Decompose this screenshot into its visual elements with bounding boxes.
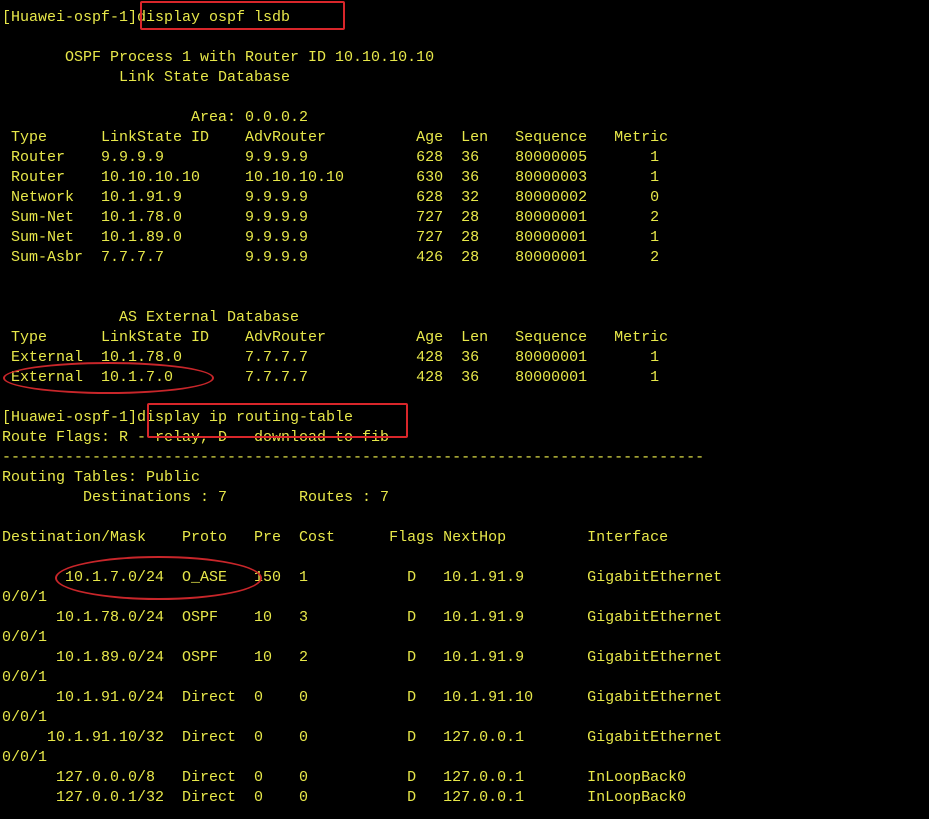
routing-column-headers: Destination/Mask Proto Pre Cost Flags Ne…: [2, 529, 669, 546]
external-column-headers: Type LinkState ID AdvRouter Age Len Sequ…: [2, 329, 669, 346]
route-row: 10.1.91.10/32 Direct 0 0 D 127.0.0.1 Gig…: [2, 729, 723, 746]
separator-line: ----------------------------------------…: [2, 449, 705, 466]
external-row-highlighted: External 10.1.7.0 7.7.7.7 428 36 8000000…: [2, 369, 660, 386]
lsdb-row: Sum-Net 10.1.78.0 9.9.9.9 727 28 8000000…: [2, 209, 660, 226]
route-row: 10.1.89.0/24 OSPF 10 2 D 10.1.91.9 Gigab…: [2, 649, 723, 666]
lsdb-row: Network 10.1.91.9 9.9.9.9 628 32 8000000…: [2, 189, 660, 206]
external-row: External 10.1.78.0 7.7.7.7 428 36 800000…: [2, 349, 660, 366]
lsdb-row: Router 10.10.10.10 10.10.10.10 630 36 80…: [2, 169, 660, 186]
route-flags-legend: Route Flags: R - relay, D - download to …: [2, 429, 390, 446]
command-line-routing-table: [Huawei-ospf-1]display ip routing-table: [2, 409, 354, 426]
route-row-wrap: 0/0/1: [2, 589, 48, 606]
command-line-ospf-lsdb: [Huawei-ospf-1]display ospf lsdb: [2, 9, 291, 26]
lsdb-row: Sum-Asbr 7.7.7.7 9.9.9.9 426 28 80000001…: [2, 249, 660, 266]
terminal-window[interactable]: [Huawei-ospf-1]display ospf lsdb OSPF Pr…: [0, 0, 929, 819]
route-row-wrap: 0/0/1: [2, 749, 48, 766]
lsdb-row: Router 9.9.9.9 9.9.9.9 628 36 80000005 1: [2, 149, 660, 166]
route-row: 10.1.91.0/24 Direct 0 0 D 10.1.91.10 Gig…: [2, 689, 723, 706]
as-external-title: AS External Database: [2, 309, 300, 326]
area-header: Area: 0.0.0.2: [2, 109, 309, 126]
route-row: 127.0.0.1/32 Direct 0 0 D 127.0.0.1 InLo…: [2, 789, 687, 806]
lsdb-title: Link State Database: [2, 69, 291, 86]
route-row-wrap: 0/0/1: [2, 709, 48, 726]
routing-tables-title: Routing Tables: Public: [2, 469, 201, 486]
route-row-wrap: 0/0/1: [2, 629, 48, 646]
lsdb-column-headers: Type LinkState ID AdvRouter Age Len Sequ…: [2, 129, 669, 146]
ospf-process-header: OSPF Process 1 with Router ID 10.10.10.1…: [2, 49, 435, 66]
destinations-routes-count: Destinations : 7 Routes : 7: [2, 489, 390, 506]
lsdb-row: Sum-Net 10.1.89.0 9.9.9.9 727 28 8000000…: [2, 229, 660, 246]
route-row: 127.0.0.0/8 Direct 0 0 D 127.0.0.1 InLoo…: [2, 769, 687, 786]
route-row-highlighted: 10.1.7.0/24 O_ASE 150 1 D 10.1.91.9 Giga…: [2, 569, 723, 586]
route-row-wrap: 0/0/1: [2, 669, 48, 686]
route-row: 10.1.78.0/24 OSPF 10 3 D 10.1.91.9 Gigab…: [2, 609, 723, 626]
